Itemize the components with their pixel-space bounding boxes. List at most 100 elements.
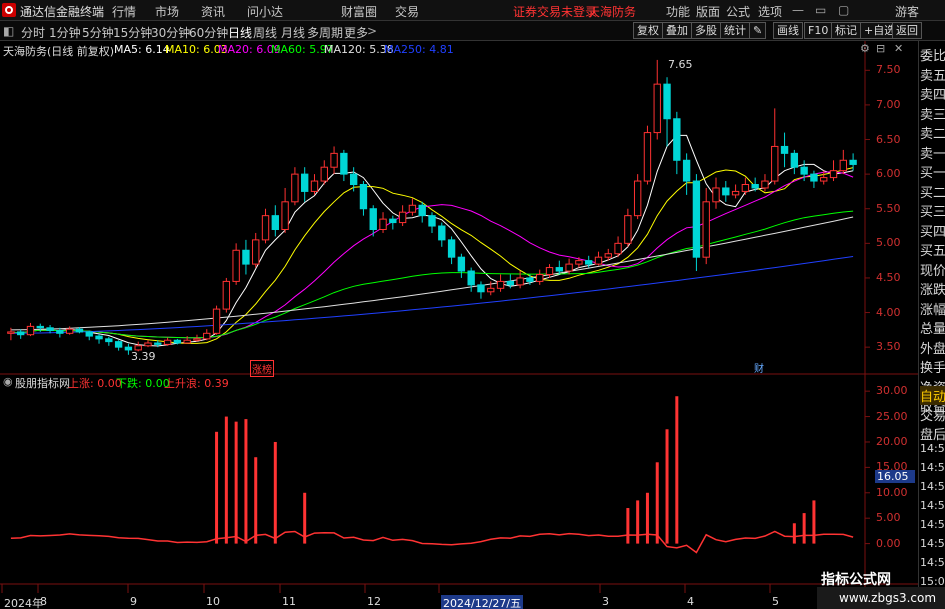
guest-label[interactable]: 游客 [895,3,919,20]
candle [829,160,838,182]
side-panel-item[interactable]: 涨跌 [920,279,945,298]
side-panel-item[interactable]: 总量 [920,318,945,337]
minimize-icon[interactable]: — [792,3,804,17]
side-panel-item[interactable]: 卖四 [920,84,945,103]
candle [771,108,779,185]
menu-zixun[interactable]: 资讯 [201,3,225,20]
side-panel-item[interactable]: 买五 [920,240,945,259]
menu-gongshi[interactable]: 公式 [726,3,750,20]
side-panel-item[interactable]: 自动 [920,386,945,405]
collapse-icon[interactable]: ◧ [3,24,14,38]
side-panel-item[interactable]: 买四 [920,221,945,240]
side-panel-item[interactable]: 14:56 [920,461,945,474]
side-panel-item[interactable]: 卖一 [920,143,945,162]
candle-body [673,118,681,161]
side-panel-item[interactable]: 14:57 [920,556,945,569]
statistics-button[interactable]: 统计 [720,22,750,39]
period-60min[interactable]: 60分钟 [189,24,228,41]
candle-body [467,270,475,286]
restore-icon[interactable]: ▭ [815,3,826,17]
draw-line-button[interactable]: 画线 [773,22,803,39]
menu-banmian[interactable]: 版面 [696,3,720,20]
indicator-bar [626,508,630,544]
candle-body [829,170,838,179]
period-monthly[interactable]: 月线 [281,24,305,41]
menu-shichang[interactable]: 市场 [155,3,179,20]
back-button[interactable]: 返回 [892,22,922,39]
side-panel-item[interactable]: 卖三 [920,104,945,123]
side-panel-item[interactable]: 换手 [920,357,945,376]
side-panel-item[interactable]: 买三 [920,201,945,220]
menu-jiaoyi[interactable]: 交易 [395,3,419,20]
candle-body [398,211,407,224]
candle [349,167,358,192]
indicator-bar [792,523,796,544]
close-icon[interactable]: ✕ [894,42,903,55]
menu-gongneng[interactable]: 功能 [666,3,690,20]
multi-stock-button[interactable]: 多股 [691,22,721,39]
candle-body [604,253,612,258]
candle-body [183,339,191,344]
maximize-icon[interactable]: ▢ [838,3,849,17]
period-5min[interactable]: 5分钟 [82,24,114,41]
indicator-toggle-icon[interactable]: ◉ [3,375,13,388]
side-panel-item[interactable]: 盘后 [920,424,945,443]
side-panel-item[interactable]: 买一 [920,162,945,181]
candle-body [447,239,456,258]
ma-lines [10,134,854,347]
candle [702,187,710,265]
side-panel-item[interactable]: 14:57 [920,537,945,550]
candle [163,337,172,346]
menu-caifuquan[interactable]: 财富圈 [341,3,377,20]
candle-body [330,152,338,168]
chevron-right-icon[interactable]: > [367,24,377,38]
candle [17,329,25,339]
f10-button[interactable]: F10 [804,22,833,39]
period-daily[interactable]: 日线 [228,24,252,41]
side-panel-item[interactable]: 外盘 [920,338,945,357]
draw-line-icon[interactable]: ✎ [749,22,767,39]
candle-body [56,330,64,334]
settings-icon[interactable]: ⚙ [860,42,870,55]
fuquan-button[interactable]: 复权 [633,22,663,39]
menu-wenxiaoda[interactable]: 问小达 [247,3,283,20]
side-panel-item[interactable]: 委比 [920,45,945,64]
candle-body [575,260,583,265]
indicator-lines [10,530,854,554]
period-multi[interactable]: 多周期 [307,24,343,41]
side-panel-item[interactable]: 卖五 [920,65,945,84]
side-panel-item[interactable]: 14:56 [920,480,945,493]
candle-body [633,180,642,217]
mark-button[interactable]: 标记 [831,22,861,39]
tag-zhangbang[interactable]: 涨榜 [250,360,274,377]
period-1min[interactable]: 1分钟 [49,24,81,41]
kline-chart[interactable] [0,41,918,609]
period-30min[interactable]: 30分钟 [151,24,190,41]
period-weekly[interactable]: 周线 [253,24,277,41]
side-panel-item[interactable]: 14:56 [920,499,945,512]
tag-cai[interactable]: 财 [754,360,764,375]
period-more[interactable]: 更多 [344,24,368,41]
side-panel-item[interactable]: 14:56 [920,518,945,531]
time-axis-label: 5 [772,595,779,608]
side-panel-item[interactable]: 14:56 [920,442,945,455]
indicator-title[interactable]: 股朋指标网 [15,375,70,391]
menu-hangqing[interactable]: 行情 [112,3,136,20]
candle-body [320,166,328,182]
candle-body [261,215,270,241]
candle-body [438,225,446,241]
ma20-line [10,171,854,339]
period-fenshi[interactable]: 分时 [21,24,45,41]
menu-xuanxiang[interactable]: 选项 [758,3,782,20]
side-panel-item[interactable]: 现价 [920,260,945,279]
side-panel-item[interactable]: 交易 [920,405,945,424]
overlay-button[interactable]: 叠加 [662,22,692,39]
panel-toggle-icon[interactable]: ⊟ [876,42,885,55]
side-panel-item[interactable]: 涨幅 [920,299,945,318]
time-axis-label: 11 [282,595,296,608]
period-15min[interactable]: 15分钟 [113,24,152,41]
side-panel-item[interactable]: 买二 [920,182,945,201]
candle [712,177,720,209]
trade-login-notice[interactable]: 证券交易未登录 [513,3,597,20]
side-panel-item[interactable]: 卖二 [920,123,945,142]
